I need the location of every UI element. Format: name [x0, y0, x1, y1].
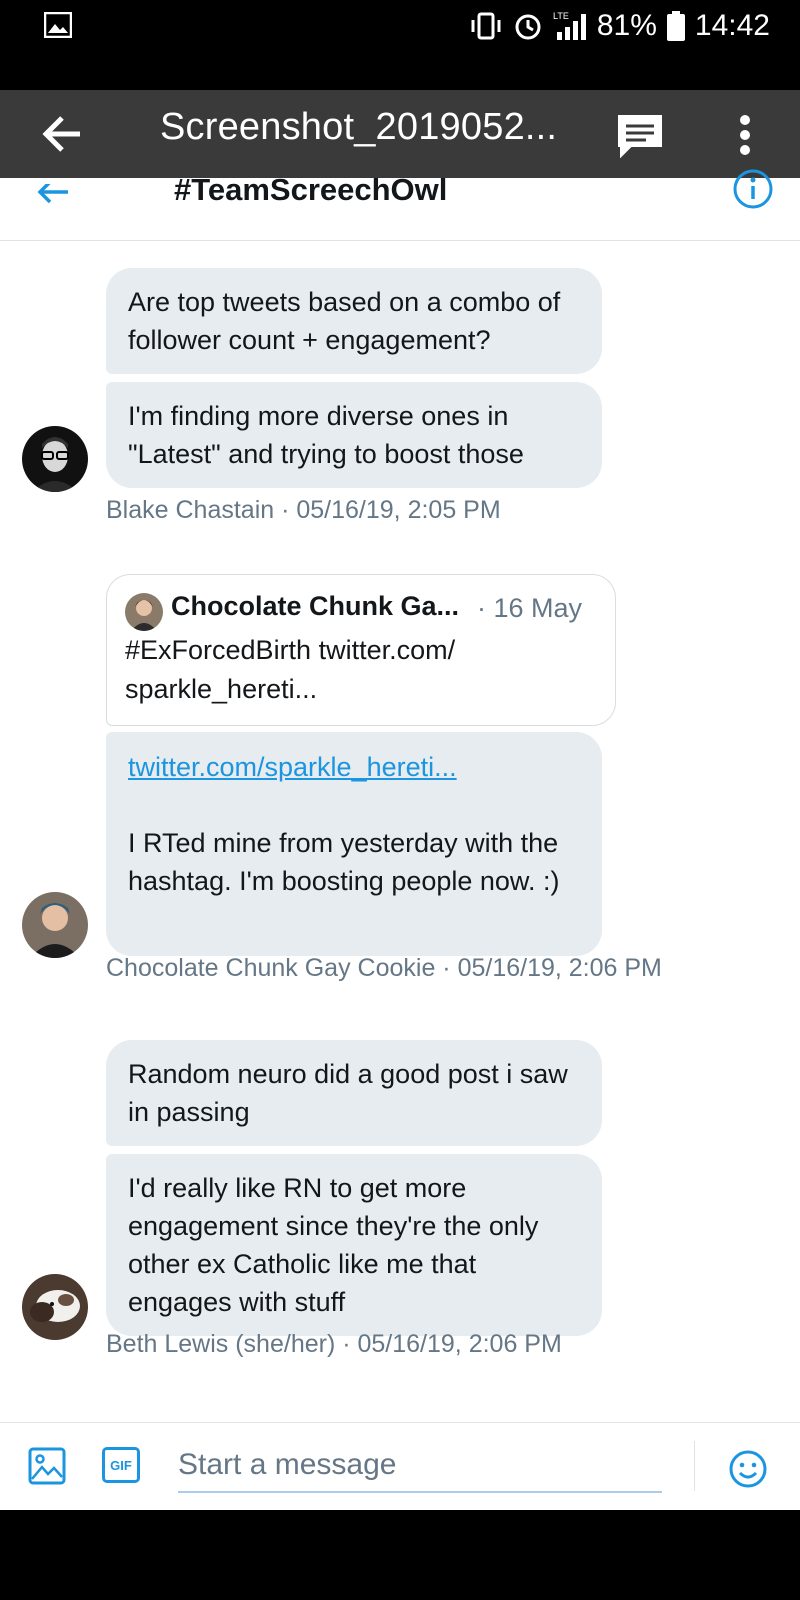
message-composer: GIF: [0, 1422, 800, 1511]
message-link[interactable]: twitter.com/sparkle_hereti...: [128, 748, 580, 786]
dm-conversation: #TeamScreechOwl Are top tweets based on …: [0, 169, 800, 1511]
gif-button[interactable]: GIF: [102, 1447, 140, 1483]
avatar[interactable]: [22, 1274, 88, 1340]
message-meta: Blake Chastain · 05/16/19, 2:05 PM: [106, 496, 501, 524]
avatar[interactable]: [22, 892, 88, 958]
status-bar: LTE 81% 14:42: [0, 0, 800, 90]
more-options-icon[interactable]: [735, 112, 755, 158]
alarm-icon: [515, 14, 541, 40]
message-meta: Chocolate Chunk Gay Cookie · 05/16/19, 2…: [106, 954, 662, 982]
quoted-tweet-avatar: [125, 593, 163, 631]
message-bubble[interactable]: Random neuro did a good post i saw in pa…: [106, 1040, 602, 1146]
network-label: LTE: [553, 11, 569, 21]
image-icon[interactable]: [28, 1447, 66, 1485]
back-arrow-icon[interactable]: [38, 110, 86, 158]
info-icon[interactable]: [732, 168, 774, 210]
message-bubble[interactable]: Are top tweets based on a combo of follo…: [106, 268, 602, 374]
battery-icon: [666, 11, 685, 41]
vibrate-icon: [471, 12, 501, 40]
quoted-tweet-text: #ExForcedBirth twitter.com/ sparkle_here…: [125, 635, 456, 704]
message-meta: Beth Lewis (she/her) · 05/16/19, 2:06 PM: [106, 1330, 562, 1358]
viewer-title: Screenshot_2019052...: [160, 106, 558, 148]
clock: 14:42: [694, 9, 770, 42]
avatar[interactable]: [22, 426, 88, 492]
conversation-title: #TeamScreechOwl: [174, 172, 448, 207]
viewer-toolbar: Screenshot_2019052...: [0, 90, 800, 178]
quoted-tweet-card[interactable]: Chocolate Chunk Ga... · 16 May #ExForced…: [106, 574, 616, 726]
emoji-icon[interactable]: [728, 1449, 768, 1489]
navigation-bar: [0, 1510, 800, 1600]
gallery-icon: [44, 12, 72, 38]
message-text: I RTed mine from yesterday with the hash…: [128, 828, 560, 896]
quoted-tweet-date: · 16 May: [477, 593, 583, 623]
message-icon[interactable]: [615, 112, 665, 158]
message-bubble[interactable]: I'd really like RN to get more engagemen…: [106, 1154, 602, 1336]
dm-header: #TeamScreechOwl: [0, 169, 800, 241]
signal-icon: LTE: [553, 11, 586, 40]
composer-divider: [694, 1441, 695, 1491]
message-bubble[interactable]: I'm finding more diverse ones in "Latest…: [106, 382, 602, 488]
message-bubble[interactable]: twitter.com/sparkle_hereti... I RTed min…: [106, 732, 602, 956]
message-input[interactable]: [178, 1439, 662, 1493]
quoted-tweet-author: Chocolate Chunk Ga...: [171, 591, 460, 621]
battery-percent: 81%: [596, 9, 657, 42]
dm-back-icon[interactable]: [36, 184, 72, 220]
